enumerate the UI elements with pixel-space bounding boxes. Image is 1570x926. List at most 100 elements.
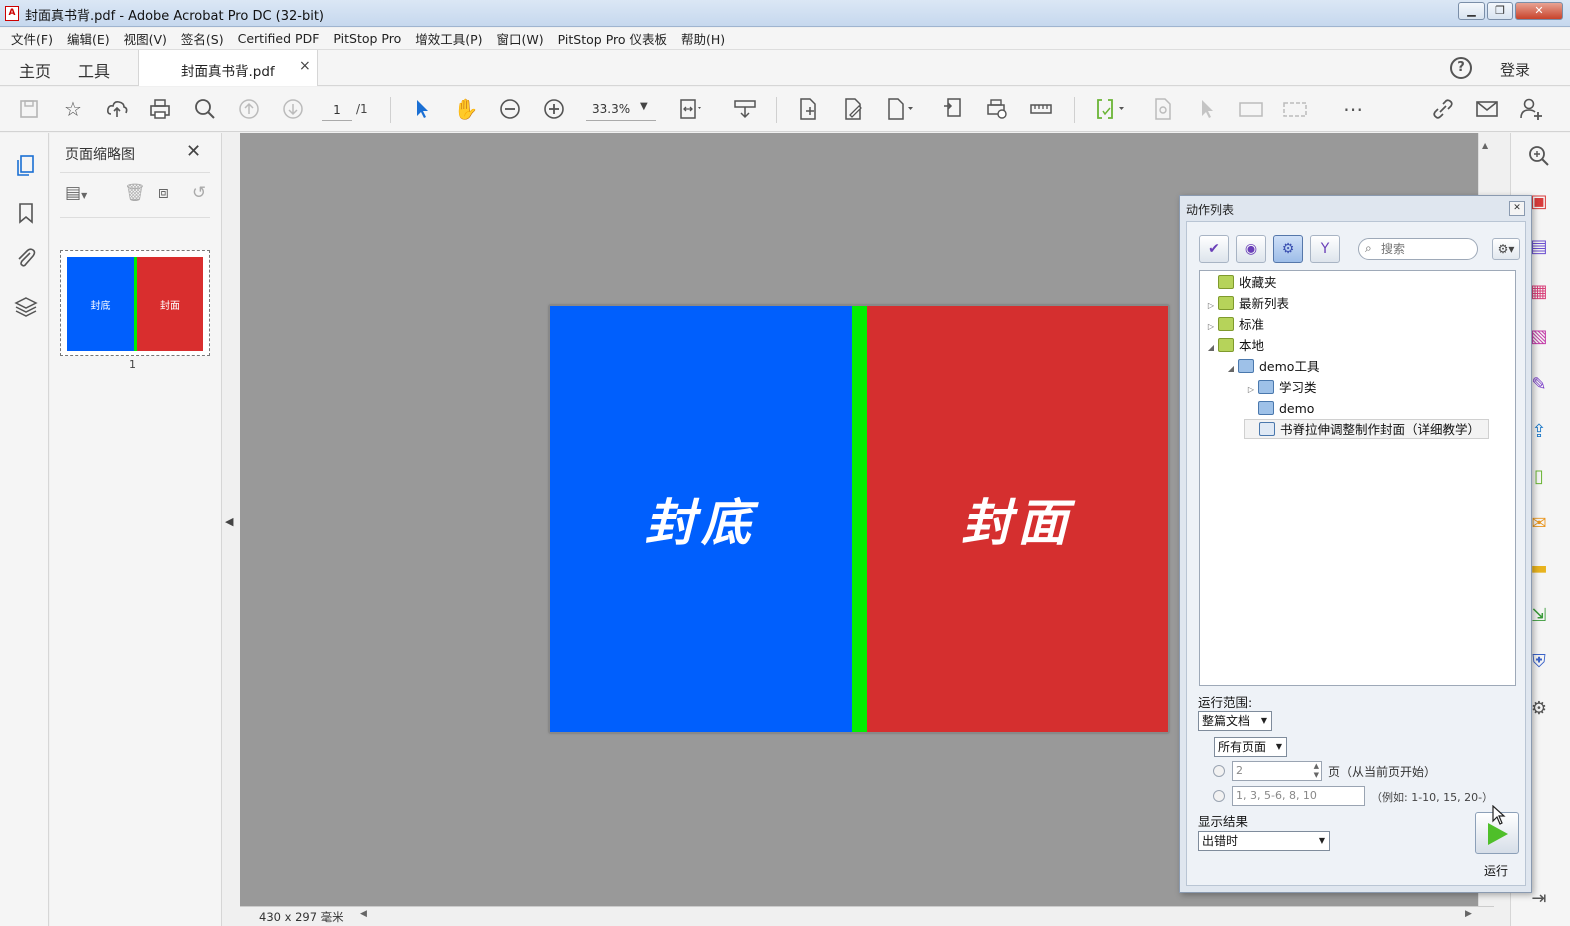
minimize-button[interactable]: ▁ bbox=[1458, 2, 1485, 20]
tab-home[interactable]: 主页 bbox=[19, 58, 51, 82]
tree-item-standard[interactable]: ▷ 标准 bbox=[1204, 315, 1264, 335]
page-thumbnail[interactable]: 封底 封面 bbox=[60, 250, 210, 356]
print-icon[interactable] bbox=[147, 96, 173, 122]
zoom-out-icon[interactable] bbox=[497, 96, 523, 122]
scroll-up-icon[interactable]: ▲ bbox=[1482, 141, 1488, 150]
preflight-icon[interactable] bbox=[1094, 96, 1124, 122]
maximize-button[interactable]: ❐ bbox=[1487, 2, 1513, 20]
edit-pdf-icon[interactable] bbox=[840, 96, 866, 122]
menu-pitstop-dashboard[interactable]: PitStop Pro 仪表板 bbox=[551, 29, 674, 48]
print-production-icon[interactable] bbox=[984, 96, 1010, 122]
page-range-radio[interactable] bbox=[1213, 790, 1225, 802]
arrow-up-icon[interactable] bbox=[236, 96, 262, 122]
tree-item-favorites[interactable]: 收藏夹 bbox=[1204, 273, 1277, 293]
tree-item-label: demo bbox=[1279, 401, 1315, 416]
search-icon[interactable] bbox=[192, 96, 218, 122]
expander-icon[interactable]: ▷ bbox=[1204, 296, 1218, 316]
page-number-input[interactable] bbox=[322, 99, 352, 121]
menu-sign[interactable]: 签名(S) bbox=[174, 29, 231, 48]
search-input[interactable] bbox=[1381, 241, 1473, 257]
bookmark-icon[interactable] bbox=[13, 200, 39, 226]
expander-icon[interactable]: ◢ bbox=[1224, 359, 1238, 379]
title-bar: A 封面真书背.pdf - Adobe Acrobat Pro DC (32-b… bbox=[0, 0, 1570, 27]
page-count-radio[interactable] bbox=[1213, 765, 1225, 777]
select-arrow-icon[interactable] bbox=[409, 96, 435, 122]
dashed-rectangle-icon[interactable] bbox=[1282, 96, 1308, 122]
save-icon[interactable] bbox=[16, 96, 42, 122]
more-icon[interactable]: ⋯ bbox=[1340, 96, 1366, 122]
page-thumbnails-icon[interactable] bbox=[13, 152, 39, 178]
folder-icon bbox=[1218, 275, 1234, 289]
layers-icon[interactable] bbox=[13, 294, 39, 320]
help-icon[interactable]: ? bbox=[1450, 57, 1472, 79]
document-tab-label: 封面真书背.pdf bbox=[181, 64, 275, 80]
expander-icon[interactable]: ◢ bbox=[1204, 338, 1218, 358]
menu-plugins[interactable]: 增效工具(P) bbox=[408, 29, 489, 48]
panel-title: 页面缩略图 bbox=[65, 147, 135, 163]
upload-icon[interactable] bbox=[104, 96, 130, 122]
rectangle-icon[interactable] bbox=[1238, 96, 1264, 122]
fit-page-icon[interactable] bbox=[676, 96, 702, 122]
link-icon[interactable] bbox=[1430, 96, 1456, 122]
settings-gear-icon[interactable]: ⚙▾ bbox=[1492, 238, 1520, 260]
search-field[interactable]: ⌕ bbox=[1358, 238, 1478, 260]
merge-icon[interactable]: Y bbox=[1310, 235, 1340, 263]
pages-dropdown[interactable]: 所有页面 ▼ bbox=[1214, 737, 1287, 757]
attachment-icon[interactable] bbox=[13, 245, 39, 271]
menu-view[interactable]: 视图(V) bbox=[117, 29, 174, 48]
hand-icon[interactable]: ✋ bbox=[453, 96, 479, 122]
tree-item-learning[interactable]: ▷ 学习类 bbox=[1244, 378, 1317, 398]
zoom-in-icon[interactable] bbox=[541, 96, 567, 122]
export-pdf-icon[interactable] bbox=[884, 96, 913, 122]
favorites-check-icon[interactable]: ✔ bbox=[1199, 235, 1229, 263]
tree-item-recent[interactable]: ▷ 最新列表 bbox=[1204, 294, 1289, 314]
star-icon[interactable]: ☆ bbox=[60, 96, 86, 122]
delete-icon[interactable]: 🗑 bbox=[124, 183, 146, 203]
show-results-dropdown[interactable]: 出错时 ▼ bbox=[1198, 831, 1330, 851]
page-range-input[interactable]: 1, 3, 5-6, 8, 10 bbox=[1232, 786, 1365, 806]
menu-help[interactable]: 帮助(H) bbox=[674, 29, 732, 48]
tree-item-demo[interactable]: demo bbox=[1244, 399, 1314, 419]
collapse-panel-icon[interactable]: ◀ bbox=[225, 515, 233, 528]
close-icon[interactable]: ✕ bbox=[1509, 201, 1525, 216]
arrow-down-icon[interactable] bbox=[280, 96, 306, 122]
measure-icon[interactable] bbox=[1028, 96, 1054, 122]
back-cover-text: 封底 bbox=[550, 306, 852, 732]
add-user-icon[interactable] bbox=[1518, 96, 1544, 122]
action-settings-icon[interactable] bbox=[1150, 96, 1176, 122]
tab-tools[interactable]: 工具 bbox=[78, 58, 110, 82]
tree-item-spine-cover-action[interactable]: 书脊拉伸调整制作封面（详细教学） bbox=[1244, 419, 1490, 439]
menu-certified-pdf[interactable]: Certified PDF bbox=[231, 31, 327, 46]
close-icon[interactable]: ✕ bbox=[186, 141, 201, 162]
run-scope-dropdown[interactable]: 整篇文档 ▼ bbox=[1198, 711, 1272, 731]
scroll-mode-icon[interactable] bbox=[732, 96, 758, 122]
stepper-icon[interactable]: ▲ ▼ bbox=[1314, 762, 1319, 780]
expander-icon[interactable]: ▷ bbox=[1244, 380, 1258, 400]
mail-icon[interactable] bbox=[1474, 96, 1500, 122]
tree-item-local[interactable]: ◢ 本地 bbox=[1204, 336, 1264, 356]
tree-item-demo-tools[interactable]: ◢ demo工具 bbox=[1224, 357, 1319, 377]
scroll-right-icon[interactable]: ▶ bbox=[1465, 909, 1472, 919]
object-select-icon[interactable] bbox=[1194, 96, 1220, 122]
scroll-left-icon[interactable]: ◀ bbox=[360, 909, 367, 919]
thumbnail-options-icon[interactable]: ▤▼ bbox=[65, 183, 87, 203]
menu-edit[interactable]: 编辑(E) bbox=[60, 29, 117, 48]
extract-pages-icon[interactable]: ⧈ bbox=[158, 183, 169, 203]
create-pdf-icon[interactable] bbox=[795, 96, 821, 122]
menu-file[interactable]: 文件(F) bbox=[4, 29, 60, 48]
expander-icon[interactable]: ▷ bbox=[1204, 317, 1218, 337]
close-tab-icon[interactable]: × bbox=[299, 58, 311, 74]
page-range-hint: （例如: 1-10, 15, 20-） bbox=[1371, 791, 1494, 804]
close-window-button[interactable]: ✕ bbox=[1515, 2, 1563, 20]
zoom-dropdown[interactable]: 33.3% ▼ bbox=[586, 99, 656, 121]
organize-pages-icon[interactable] bbox=[940, 96, 966, 122]
rotate-icon[interactable]: ↺ bbox=[192, 183, 206, 203]
page-count-input[interactable]: 2 ▲ ▼ bbox=[1232, 761, 1322, 781]
tab-document[interactable]: 封面真书背.pdf × bbox=[138, 50, 318, 86]
login-button[interactable]: 登录 bbox=[1500, 59, 1530, 80]
menu-window[interactable]: 窗口(W) bbox=[490, 29, 551, 48]
action-gear-icon[interactable]: ⚙ bbox=[1273, 235, 1303, 263]
zoom-search-icon[interactable] bbox=[1525, 143, 1553, 171]
menu-pitstop-pro[interactable]: PitStop Pro bbox=[326, 31, 408, 46]
global-icon[interactable]: ◉ bbox=[1236, 235, 1266, 263]
